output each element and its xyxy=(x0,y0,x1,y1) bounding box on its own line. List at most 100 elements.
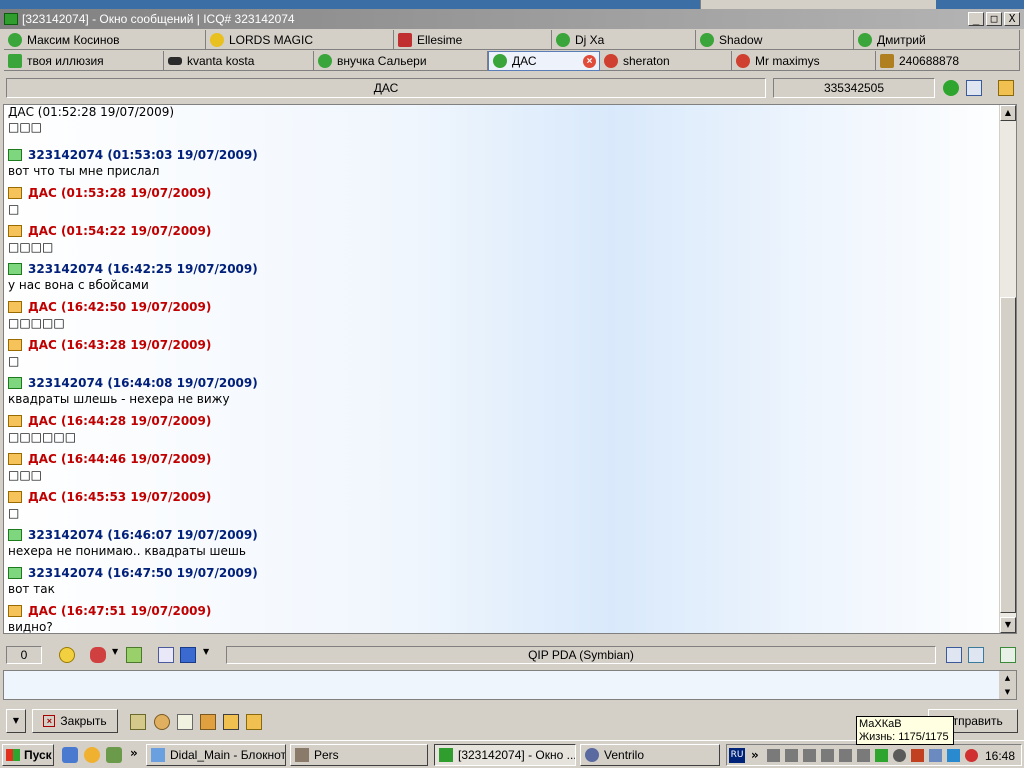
tab-contact[interactable]: твоя иллюзия xyxy=(4,51,164,71)
game-tooltip: МаХКаВ Жизнь: 1175/1175 xyxy=(856,716,954,745)
volume-icon[interactable] xyxy=(911,749,924,762)
taskbar-item[interactable]: Pers xyxy=(290,744,428,766)
chevron-down-icon[interactable]: ▼ xyxy=(112,647,118,656)
contact-header: ДАС 335342505 xyxy=(0,76,1024,100)
history-icon[interactable] xyxy=(177,714,193,730)
message-item: 323142074 (01:53:03 19/07/2009) вот что т… xyxy=(8,143,993,181)
chevron-right-icon[interactable]: » xyxy=(751,748,759,762)
tray-app-icon[interactable] xyxy=(821,749,834,762)
clock: 16:48 xyxy=(984,749,1015,763)
phone-icon[interactable] xyxy=(943,80,959,96)
tab-contact-active[interactable]: ДАС × xyxy=(488,51,600,71)
language-indicator[interactable]: RU xyxy=(729,748,745,763)
tray-app-icon[interactable] xyxy=(803,749,816,762)
tab-contact[interactable]: sheraton xyxy=(600,51,732,71)
message-sender-time: 323142074 (16:47:50 19/07/2009) xyxy=(28,566,258,580)
client-status: QIP PDA (Symbian) xyxy=(226,646,936,664)
tab-contact[interactable]: LORDS MAGIC xyxy=(206,30,394,50)
tab-contact[interactable]: 240688878 xyxy=(876,51,1020,71)
chevron-right-icon[interactable]: » xyxy=(130,746,138,760)
tab-contact[interactable]: Дмитрий xyxy=(854,30,1020,50)
tray-app-icon[interactable] xyxy=(839,749,852,762)
tab-label: Mr maximys xyxy=(755,53,820,68)
message-item: ДАС (16:43:28 19/07/2009) □ xyxy=(8,333,993,371)
tab-contact[interactable]: Ellesime xyxy=(394,30,552,50)
contact-info-icon[interactable] xyxy=(946,647,962,663)
tray-app-icon[interactable] xyxy=(767,749,780,762)
tab-contact[interactable]: Mr maximys xyxy=(732,51,876,71)
start-label: Пуск xyxy=(24,748,52,762)
message-item: ДАС (16:47:51 19/07/2009) видно? xyxy=(8,599,993,633)
scroll-up-arrow-icon[interactable]: ▲ xyxy=(1000,105,1016,121)
system-tray: RU » 16:48 xyxy=(726,744,1022,766)
ie-icon[interactable] xyxy=(62,747,78,763)
window-title-bar[interactable]: [323142074] - Окно сообщений | ICQ# 3231… xyxy=(0,9,1024,29)
tray-ventrilo-icon[interactable] xyxy=(893,749,906,762)
scroll-up-arrow-icon[interactable]: ▲ xyxy=(999,671,1016,685)
message-item: ДАС (16:45:53 19/07/2009) □ xyxy=(8,485,993,523)
send-file-icon[interactable] xyxy=(223,714,239,730)
taskbar-item-active[interactable]: [323142074] - Окно ... xyxy=(434,744,576,766)
maximize-button[interactable]: □ xyxy=(986,12,1002,26)
tab-contact[interactable]: внучка Сальери xyxy=(314,51,488,71)
options-dropdown-button[interactable]: ▼ xyxy=(6,709,26,733)
close-window-button[interactable]: X xyxy=(1004,12,1020,26)
tab-label: 240688878 xyxy=(899,53,960,68)
antivirus-icon[interactable] xyxy=(965,749,978,762)
taskbar-item[interactable]: Didal_Main - Блокнот xyxy=(146,744,286,766)
users-icon[interactable] xyxy=(154,714,170,730)
message-input[interactable]: ▲ ▼ xyxy=(3,670,1017,700)
quote-icon[interactable] xyxy=(126,647,142,663)
message-sender-icon xyxy=(8,377,22,389)
tray-qip-icon[interactable] xyxy=(875,749,888,762)
tab-contact[interactable]: Максим Косинов xyxy=(4,30,206,50)
window-mode-icon[interactable] xyxy=(1000,647,1016,663)
resize-icon[interactable] xyxy=(968,647,984,663)
flower-icon xyxy=(736,53,750,68)
taskbar-item[interactable]: Ventrilo xyxy=(580,744,720,766)
message-text: □□□□□ xyxy=(8,316,65,330)
message-text: у нас вона с вбойсами xyxy=(8,278,149,292)
network-icon[interactable] xyxy=(929,749,942,762)
close-button-label: Закрыть xyxy=(60,714,107,728)
ellesime-icon xyxy=(398,32,412,47)
calendar-icon[interactable] xyxy=(158,647,174,663)
message-sender-time: ДАС (16:42:50 19/07/2009) xyxy=(28,300,212,314)
message-sender-time: ДАС (01:52:28 19/07/2009) xyxy=(8,105,175,119)
qip-symbol-icon[interactable] xyxy=(90,647,106,663)
windows-logo-icon xyxy=(6,749,20,761)
folder-open-icon[interactable] xyxy=(246,714,262,730)
close-tab-icon[interactable]: × xyxy=(583,55,596,68)
message-sender-icon xyxy=(8,529,22,541)
scroll-thumb[interactable] xyxy=(1000,297,1016,613)
tray-app-icon[interactable] xyxy=(785,749,798,762)
message-header: ДАС (16:43:28 19/07/2009) xyxy=(8,337,211,353)
close-button[interactable]: × Закрыть xyxy=(32,709,118,733)
message-text: □ xyxy=(8,202,20,216)
chevron-down-icon[interactable]: ▼ xyxy=(203,647,209,656)
tray-app-icon[interactable] xyxy=(857,749,870,762)
filter-icon[interactable] xyxy=(130,714,146,730)
app-launch-icon[interactable] xyxy=(106,747,122,763)
smiley-icon[interactable] xyxy=(59,647,75,663)
qip-launch-icon[interactable] xyxy=(84,747,100,763)
chat-scrollbar[interactable]: ▲ ▼ xyxy=(999,105,1016,633)
save-icon[interactable] xyxy=(180,647,196,663)
tab-contact[interactable]: kvanta kosta xyxy=(164,51,314,71)
folder-icon[interactable] xyxy=(998,80,1014,96)
message-sender-icon xyxy=(8,339,22,351)
tools-icon[interactable] xyxy=(200,714,216,730)
message-history[interactable]: ДАС (01:52:28 19/07/2009) □□□ 323142074 (0… xyxy=(3,104,1017,634)
input-scrollbar[interactable]: ▲ ▼ xyxy=(999,671,1016,699)
tab-label: Ellesime xyxy=(417,32,463,47)
scroll-down-arrow-icon[interactable]: ▼ xyxy=(1000,617,1016,633)
scroll-down-arrow-icon[interactable]: ▼ xyxy=(999,685,1016,699)
contact-card-icon[interactable] xyxy=(966,80,982,96)
contact-uin: 335342505 xyxy=(773,78,935,98)
tab-contact[interactable]: Dj Xa xyxy=(552,30,696,50)
skype-icon[interactable] xyxy=(947,749,960,762)
start-button[interactable]: Пуск xyxy=(2,744,54,766)
tab-contact[interactable]: Shadow xyxy=(696,30,854,50)
background-strip xyxy=(0,0,1024,9)
minimize-button[interactable]: _ xyxy=(968,12,984,26)
